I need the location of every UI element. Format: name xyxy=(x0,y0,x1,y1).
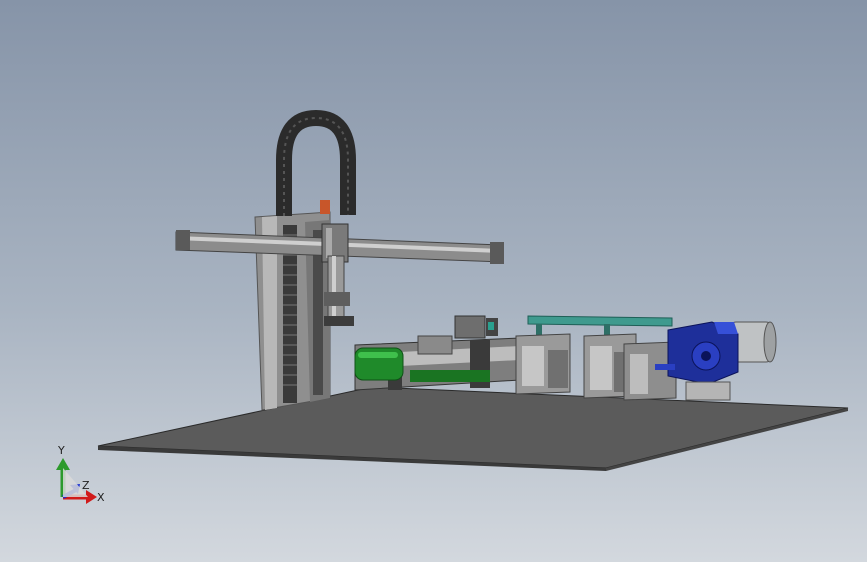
station-block-1[interactable] xyxy=(515,333,571,395)
cad-viewport[interactable]: Y X Z xyxy=(0,0,867,562)
z-slide[interactable] xyxy=(324,255,354,326)
assembly-scene[interactable]: Y X Z xyxy=(0,0,867,562)
y-axis-label: Y xyxy=(57,444,65,457)
motor-mount xyxy=(685,381,731,401)
arm-right-cap xyxy=(490,242,504,264)
gripper-block xyxy=(324,292,350,306)
arm-left-cap xyxy=(176,230,190,250)
z-axis-label: Z xyxy=(82,479,90,492)
base-plate[interactable] xyxy=(97,386,849,471)
gripper-base xyxy=(324,316,354,326)
cable-connector xyxy=(320,200,330,214)
coordinate-triad: Y X Z xyxy=(56,444,105,504)
x-axis-label: X xyxy=(97,491,105,504)
cable-chain[interactable] xyxy=(276,109,356,216)
